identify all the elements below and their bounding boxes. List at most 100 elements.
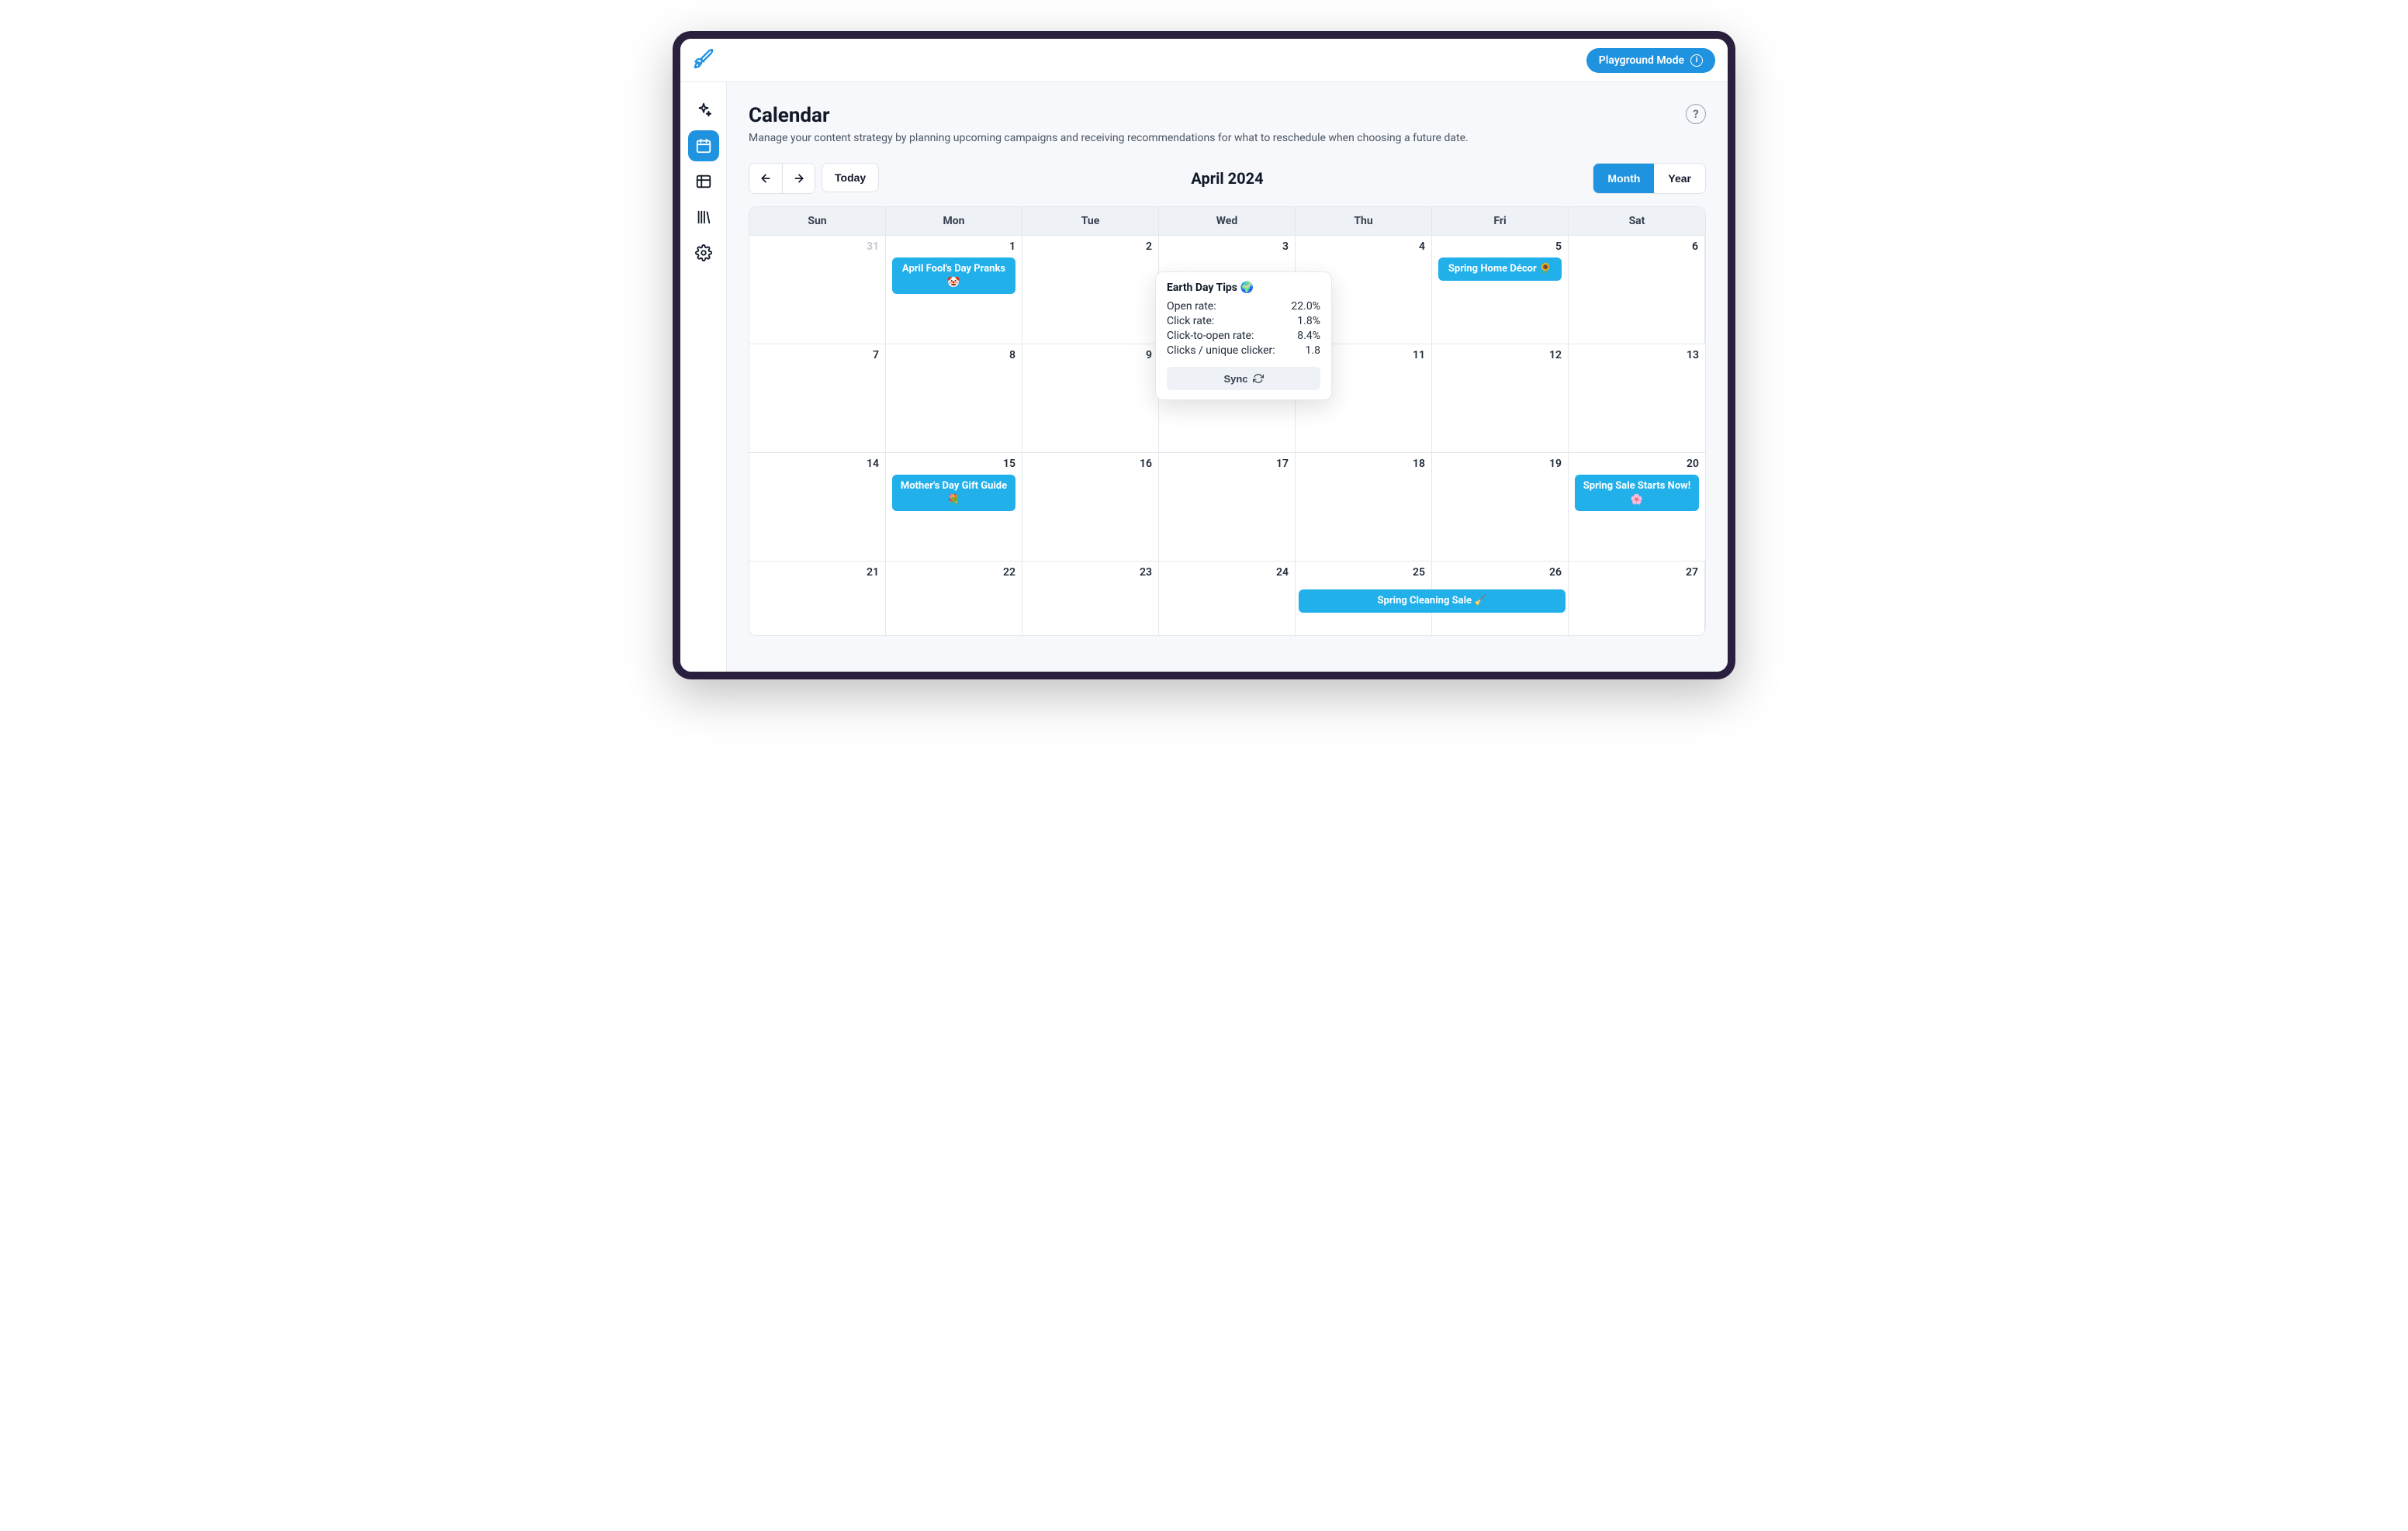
day-cell[interactable]: 17 xyxy=(1159,453,1296,561)
page-title: Calendar xyxy=(749,104,1469,127)
calendar-toolbar: Today April 2024 Month Year xyxy=(749,163,1706,194)
day-cell[interactable]: 7 xyxy=(749,344,886,452)
info-icon: i xyxy=(1690,54,1703,67)
day-number: 3 xyxy=(1165,240,1289,253)
day-cell[interactable]: 27 xyxy=(1569,562,1705,635)
day-cell[interactable]: 21 xyxy=(749,562,886,635)
table-icon xyxy=(695,173,712,190)
day-cell[interactable]: 9 xyxy=(1022,344,1159,452)
dow-tue: Tue xyxy=(1022,207,1159,235)
day-cell[interactable]: 2 xyxy=(1022,236,1159,344)
dow-fri: Fri xyxy=(1432,207,1569,235)
week-row: 14 15 Mother's Day Gift Guide 💐 16 17 18… xyxy=(749,452,1705,561)
day-number: 18 xyxy=(1302,458,1425,470)
arrow-left-icon xyxy=(759,172,772,185)
event-mothers-day[interactable]: Mother's Day Gift Guide 💐 xyxy=(892,475,1015,511)
day-cell[interactable]: 6 xyxy=(1569,236,1705,344)
day-number: 21 xyxy=(756,566,879,579)
dow-mon: Mon xyxy=(886,207,1022,235)
sidebar-item-settings[interactable] xyxy=(688,237,719,268)
day-cell[interactable]: 20 Spring Sale Starts Now! 🌸 xyxy=(1569,453,1705,561)
day-number: 22 xyxy=(892,566,1015,579)
day-number: 12 xyxy=(1438,349,1562,361)
metric-clicks-unique: Clicks / unique clicker: 1.8 xyxy=(1167,344,1320,357)
prev-button[interactable] xyxy=(749,164,782,193)
dow-sun: Sun xyxy=(749,207,886,235)
metric-label: Click rate: xyxy=(1167,315,1214,327)
metric-click-rate: Click rate: 1.8% xyxy=(1167,315,1320,327)
calendar-icon xyxy=(695,137,712,154)
sync-button[interactable]: Sync xyxy=(1167,367,1320,390)
metric-value: 1.8 xyxy=(1306,344,1320,357)
arrow-right-icon xyxy=(793,172,805,185)
sparkle-icon xyxy=(695,102,712,119)
day-number: 19 xyxy=(1438,458,1562,470)
sidebar-item-library[interactable] xyxy=(688,202,719,233)
day-number: 14 xyxy=(756,458,879,470)
today-button[interactable]: Today xyxy=(822,163,879,192)
event-spring-cleaning[interactable]: Spring Cleaning Sale 🧹 xyxy=(1299,589,1566,613)
event-popover: Earth Day Tips 🌍 Open rate: 22.0% Click … xyxy=(1155,271,1332,400)
day-number: 4 xyxy=(1302,240,1425,253)
day-cell[interactable]: 22 xyxy=(886,562,1022,635)
day-cell[interactable]: 24 xyxy=(1159,562,1296,635)
day-number: 31 xyxy=(756,240,879,253)
day-number: 25 xyxy=(1302,566,1425,579)
page-header: Calendar Manage your content strategy by… xyxy=(749,104,1706,144)
rocket-icon xyxy=(693,48,714,73)
refresh-icon xyxy=(1253,373,1264,384)
popover-title: Earth Day Tips 🌍 xyxy=(1167,282,1320,294)
sidebar-item-calendar[interactable] xyxy=(688,130,719,161)
sync-label: Sync xyxy=(1223,373,1247,385)
day-number: 8 xyxy=(892,349,1015,361)
day-number: 9 xyxy=(1029,349,1152,361)
view-year-button[interactable]: Year xyxy=(1654,164,1705,193)
day-number: 20 xyxy=(1575,458,1699,470)
event-april-fools[interactable]: April Fool's Day Pranks 🤡 xyxy=(892,257,1015,294)
metric-value: 22.0% xyxy=(1291,300,1320,313)
week-row: 21 22 23 24 25 26 27 Spring Cleaning Sal… xyxy=(749,561,1705,635)
day-number: 17 xyxy=(1165,458,1289,470)
day-number: 1 xyxy=(892,240,1015,253)
calendar-grid: Sun Mon Tue Wed Thu Fri Sat 31 1 April F… xyxy=(749,206,1706,636)
day-cell[interactable]: 14 xyxy=(749,453,886,561)
day-cell[interactable]: 23 xyxy=(1022,562,1159,635)
metric-label: Clicks / unique clicker: xyxy=(1167,344,1275,357)
day-of-week-row: Sun Mon Tue Wed Thu Fri Sat xyxy=(749,207,1705,235)
day-cell[interactable]: 13 xyxy=(1569,344,1705,452)
view-month-button[interactable]: Month xyxy=(1593,164,1654,193)
sidebar-item-table[interactable] xyxy=(688,166,719,197)
day-cell[interactable]: 19 xyxy=(1432,453,1569,561)
day-number: 23 xyxy=(1029,566,1152,579)
device-frame: Playground Mode i xyxy=(673,31,1735,679)
day-cell[interactable]: 5 Spring Home Décor 🌻 xyxy=(1432,236,1569,344)
event-spring-sale[interactable]: Spring Sale Starts Now! 🌸 xyxy=(1575,475,1699,511)
day-cell[interactable]: 15 Mother's Day Gift Guide 💐 xyxy=(886,453,1022,561)
next-button[interactable] xyxy=(782,164,815,193)
event-spring-decor[interactable]: Spring Home Décor 🌻 xyxy=(1438,257,1562,281)
day-cell[interactable]: 1 April Fool's Day Pranks 🤡 xyxy=(886,236,1022,344)
day-number: 13 xyxy=(1575,349,1699,361)
help-icon[interactable]: ? xyxy=(1686,104,1706,124)
sidebar xyxy=(680,82,727,672)
metric-cto-rate: Click-to-open rate: 8.4% xyxy=(1167,330,1320,342)
day-number: 24 xyxy=(1165,566,1289,579)
day-number: 5 xyxy=(1438,240,1562,253)
layout: Calendar Manage your content strategy by… xyxy=(680,82,1728,672)
day-cell[interactable]: 16 xyxy=(1022,453,1159,561)
view-toggle: Month Year xyxy=(1593,163,1706,194)
weeks: 31 1 April Fool's Day Pranks 🤡 2 3 4 5 S… xyxy=(749,235,1705,635)
dow-thu: Thu xyxy=(1296,207,1432,235)
sidebar-item-sparkle[interactable] xyxy=(688,95,719,126)
gear-icon xyxy=(695,244,712,261)
playground-mode-badge[interactable]: Playground Mode i xyxy=(1586,48,1715,73)
day-number: 15 xyxy=(892,458,1015,470)
day-cell[interactable]: 31 xyxy=(749,236,886,344)
day-number: 2 xyxy=(1029,240,1152,253)
nav-group xyxy=(749,163,815,194)
main-content: Calendar Manage your content strategy by… xyxy=(727,82,1728,672)
day-cell[interactable]: 12 xyxy=(1432,344,1569,452)
day-cell[interactable]: 18 xyxy=(1296,453,1432,561)
period-label: April 2024 xyxy=(1191,169,1263,188)
day-cell[interactable]: 8 xyxy=(886,344,1022,452)
